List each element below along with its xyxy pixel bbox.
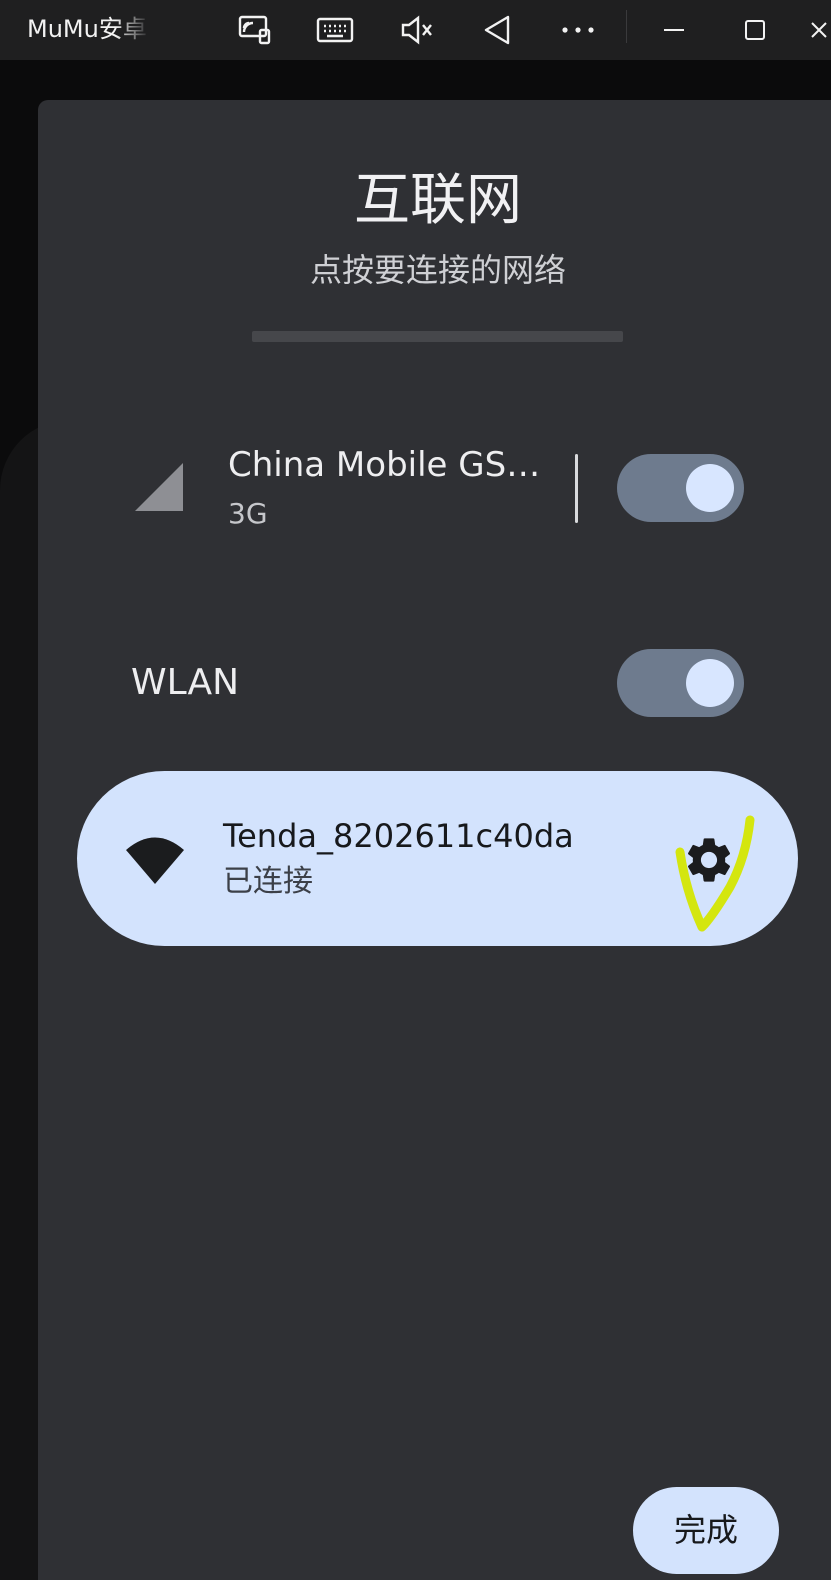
- wlan-label: WLAN: [131, 662, 240, 703]
- keyboard-icon[interactable]: [313, 8, 357, 52]
- done-button[interactable]: 完成: [633, 1487, 779, 1574]
- wifi-icon: [124, 833, 186, 885]
- dialog-subtitle: 点按要连接的网络: [309, 251, 566, 289]
- window-title: MuMu安卓: [27, 15, 147, 43]
- minimize-icon[interactable]: [652, 8, 696, 52]
- signal-icon: [135, 463, 185, 513]
- mute-icon[interactable]: [395, 8, 439, 52]
- mobile-divider: [575, 454, 578, 523]
- wlan-toggle[interactable]: [617, 649, 744, 717]
- mobile-network-type: 3G: [228, 497, 268, 530]
- maximize-icon[interactable]: [733, 8, 777, 52]
- screen-cast-icon[interactable]: [233, 8, 277, 52]
- toggle-knob: [686, 464, 734, 512]
- more-icon[interactable]: [556, 8, 600, 52]
- gear-icon[interactable]: [682, 833, 736, 887]
- mobile-data-toggle[interactable]: [617, 454, 744, 522]
- titlebar-separator: [626, 10, 627, 43]
- close-icon[interactable]: [808, 8, 831, 52]
- wifi-status: 已连接: [223, 864, 313, 899]
- mobile-network-name[interactable]: China Mobile GS…: [228, 443, 540, 487]
- back-icon[interactable]: [475, 8, 519, 52]
- toggle-knob: [686, 659, 734, 707]
- window-titlebar: MuMu安卓: [0, 0, 831, 60]
- wifi-ssid: Tenda_8202611c40da: [223, 817, 574, 855]
- dialog-title: 互联网: [354, 168, 522, 233]
- progress-divider: [252, 331, 623, 342]
